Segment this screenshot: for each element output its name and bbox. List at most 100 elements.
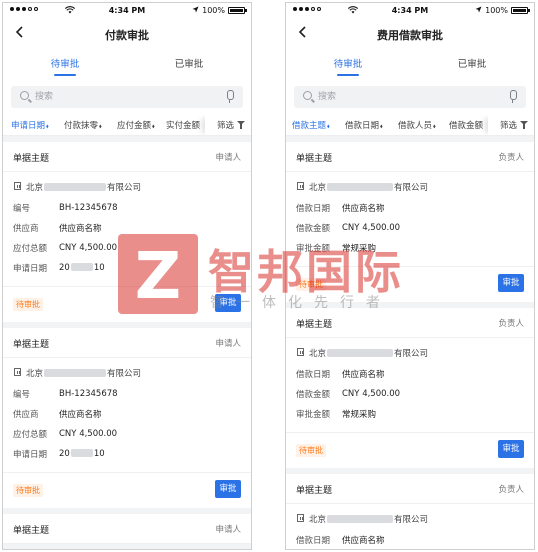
nav-bar: 费用借款审批 [286,19,534,49]
filter-screen-button[interactable]: 筛选 [204,115,251,135]
redacted-text [327,349,394,357]
tab-bar: 待审批 已审批 [3,49,251,81]
tab-bar: 待审批 已审批 [286,49,534,81]
list-item[interactable]: 单据主题 负责人 北京 有限公司 借款日期 供应商名称 [286,474,534,549]
field-row: 借款日期 供应商名称 [296,370,385,380]
status-badge: 待审批 [296,278,326,291]
filter-apply-date[interactable]: 申请日期⬧ [11,119,49,131]
doc-subject: 单据主题 [296,154,333,164]
filter-payment-rounding[interactable]: 付款抹零⬧ [64,119,102,131]
filter-loan-subject[interactable]: 借款主题⬧ [292,119,330,131]
status-bar: 4:34 PM 100% [286,3,534,19]
doc-subject: 单据主题 [296,320,333,330]
company-line: 北京 有限公司 [3,180,251,198]
list-item[interactable]: 单据主题 申请人 [3,514,251,544]
filter-bar: 申请日期⬧ 付款抹零⬧ 应付金额⬧ 实付金额 筛选 [3,115,251,136]
expense-loan-approval-screen: 4:34 PM 100% 费用借款审批 待审批 已审批 借款主题⬧ 借款日期⬧ … [285,2,535,550]
approval-list: 单据主题 负责人 北京 有限公司 借款日期 供应商名称 借款金额 CNY 4,500.… [286,142,534,549]
owner-label: 负责人 [498,485,524,495]
battery-percent: 100% [485,6,508,15]
field-row: 申请日期 20 10 [13,263,105,274]
filter-paid-amount[interactable]: 实付金额 [166,119,200,131]
search-icon [20,91,29,100]
building-icon [297,514,304,522]
page-title: 付款审批 [105,29,149,42]
tab-pending[interactable]: 待审批 [3,49,127,81]
building-icon [14,182,21,190]
redacted-text [70,449,93,457]
list-item[interactable]: 单据主题 申请人 北京 有限公司 编号 BH-12345678 供应商 供应商名称 应… [3,328,251,508]
funnel-icon [237,121,245,129]
company-line: 北京 有限公司 [286,180,534,198]
building-icon [297,348,304,356]
list-item[interactable]: 单据主题 申请人 北京 有限公司 编号 BH-12345678 供应商 供应商名称 应… [3,142,251,322]
search-input[interactable] [318,90,468,104]
applicant-label: 申请人 [215,339,241,349]
filter-payable-amount[interactable]: 应付金额⬧ [117,119,155,131]
search-box [11,86,243,108]
building-icon [297,182,304,190]
page-title: 费用借款审批 [377,29,443,42]
doc-subject: 单据主题 [296,486,333,496]
company-line: 北京 有限公司 [3,366,251,384]
status-badge: 待审批 [296,444,326,457]
search-area [3,81,251,115]
field-row: 申请日期 20 10 [13,449,105,460]
company-line: 北京 有限公司 [286,512,534,530]
battery-icon [511,7,530,14]
search-input[interactable] [35,90,185,104]
field-row: 编号 BH-12345678 [13,203,118,214]
approve-button[interactable]: 审批 [215,294,241,312]
approve-button[interactable]: 审批 [498,440,524,458]
approve-button[interactable]: 审批 [498,274,524,292]
redacted-text [44,183,107,191]
redacted-text [327,515,394,523]
filter-bar: 借款主题⬧ 借款日期⬧ 借款人员⬧ 借款金额 筛选 [286,115,534,136]
field-row: 应付总额 CNY 4,500.00 [13,243,118,254]
field-row: 供应商 供应商名称 [13,224,102,234]
field-row: 应付总额 CNY 4,500.00 [13,429,118,440]
search-icon [303,91,312,100]
field-row: 借款金额 CNY 4,500.00 [296,389,401,400]
filter-loan-amount[interactable]: 借款金额 [449,119,483,131]
filter-loan-person[interactable]: 借款人员⬧ [398,119,436,131]
status-bar: 4:34 PM 100% [3,3,251,19]
doc-subject: 单据主题 [13,526,50,536]
funnel-icon [520,121,528,129]
status-badge: 待审批 [13,484,43,497]
battery-icon [228,7,247,14]
building-icon [14,368,21,376]
location-icon [475,6,482,15]
search-box [294,86,526,108]
applicant-label: 申请人 [215,153,241,163]
company-line: 北京 有限公司 [286,346,534,364]
owner-label: 负责人 [498,319,524,329]
field-row: 审批金额 常规采购 [296,244,377,254]
approve-button[interactable]: 审批 [215,480,241,498]
applicant-label: 申请人 [215,525,241,535]
nav-bar: 付款审批 [3,19,251,49]
microphone-icon[interactable] [509,90,517,104]
field-row: 借款日期 供应商名称 [296,536,385,546]
tab-pending[interactable]: 待审批 [286,49,410,81]
battery-percent: 100% [202,6,225,15]
tab-approved[interactable]: 已审批 [410,49,534,81]
field-row: 编号 BH-12345678 [13,389,118,400]
field-row: 借款金额 CNY 4,500.00 [296,223,401,234]
tab-approved[interactable]: 已审批 [127,49,251,81]
microphone-icon[interactable] [226,90,234,104]
location-icon [192,6,199,15]
filter-screen-button[interactable]: 筛选 [487,115,534,135]
field-row: 审批金额 常规采购 [296,410,377,420]
field-row: 供应商 供应商名称 [13,410,102,420]
list-item[interactable]: 单据主题 负责人 北京 有限公司 借款日期 供应商名称 借款金额 CNY 4,500.… [286,308,534,468]
payment-approval-screen: 4:34 PM 100% 付款审批 待审批 已审批 申请日期⬧ 付款抹零⬧ 应付… [2,2,252,550]
doc-subject: 单据主题 [13,154,50,164]
owner-label: 负责人 [498,153,524,163]
list-item[interactable]: 单据主题 负责人 北京 有限公司 借款日期 供应商名称 借款金额 CNY 4,500.… [286,142,534,302]
doc-subject: 单据主题 [13,340,50,350]
filter-loan-date[interactable]: 借款日期⬧ [345,119,383,131]
redacted-text [44,369,107,377]
redacted-text [327,183,394,191]
field-row: 借款日期 供应商名称 [296,204,385,214]
